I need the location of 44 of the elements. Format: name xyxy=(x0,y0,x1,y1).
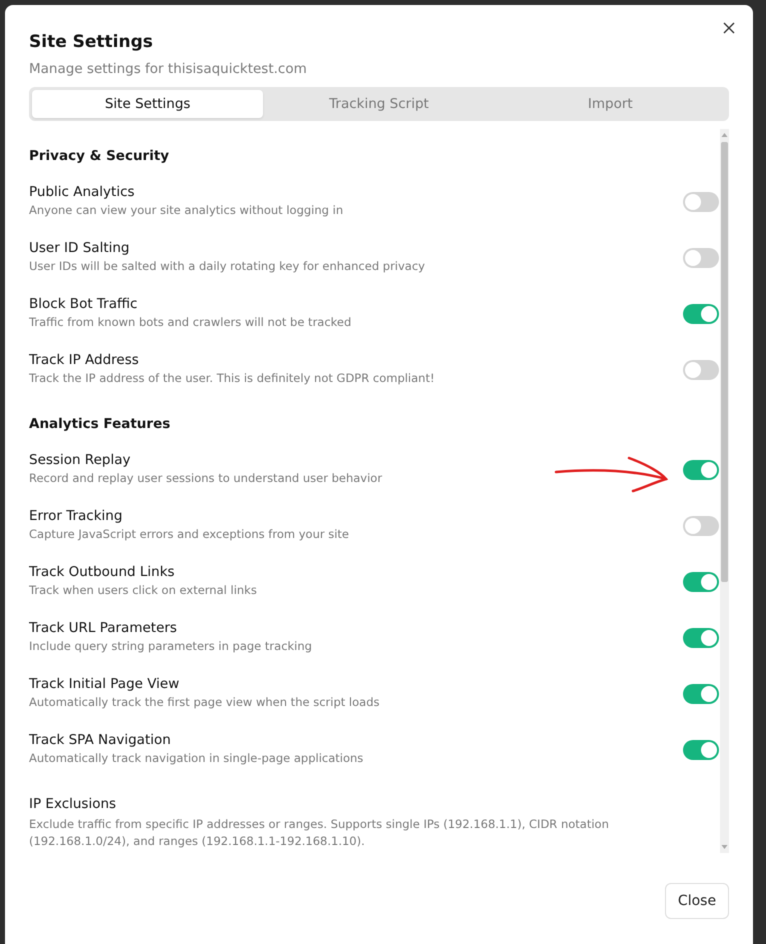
tab[interactable]: Site Settings xyxy=(32,90,264,118)
setting-label: Track Outbound Links xyxy=(29,563,176,582)
setting-description: Exclude traffic from specific IP addresses or ranges. Supports single IPs (192.168.1.1), CIDR notation (192.168.1.0/24), and ranges (192.168.1.1-192.168.1.10). xyxy=(29,816,610,850)
setting-description: Traffic from known bots and crawlers will not be tracked xyxy=(29,314,352,330)
dialog-title: Site Settings xyxy=(29,31,154,54)
setting-label: Session Replay xyxy=(29,451,132,470)
toggle-switch[interactable] xyxy=(683,360,719,380)
toggle-switch[interactable] xyxy=(683,304,719,324)
setting-label: IP Exclusions xyxy=(29,795,118,814)
toggle-switch[interactable] xyxy=(683,628,719,648)
toggle-switch[interactable] xyxy=(683,516,719,536)
setting-description: User IDs will be salted with a daily rotating key for enhanced privacy xyxy=(29,258,425,274)
scroll-down-icon[interactable] xyxy=(721,844,728,850)
toggle-switch[interactable] xyxy=(683,740,719,760)
setting-label: Error Tracking xyxy=(29,507,124,526)
setting-description: Track the IP address of the user. This is definitely not GDPR compliant! xyxy=(29,370,435,386)
setting-label: Track IP Address xyxy=(29,351,140,370)
close-button[interactable]: Close xyxy=(665,883,729,919)
setting-description: Record and replay user sessions to understand user behavior xyxy=(29,470,382,486)
setting-description: Automatically track the first page view when the script loads xyxy=(29,694,380,710)
setting-description: Capture JavaScript errors and exceptions from your site xyxy=(29,526,350,542)
setting-label: Track Initial Page View xyxy=(29,675,180,694)
toggle-switch[interactable] xyxy=(683,192,719,212)
setting-description: Track when users click on external links xyxy=(29,582,257,598)
dialog-subtitle: Manage settings for thisisaquicktest.com xyxy=(29,60,308,78)
section-heading: Analytics Features xyxy=(29,415,172,434)
setting-label: Track SPA Navigation xyxy=(29,731,172,750)
scrollbar-thumb[interactable] xyxy=(721,142,728,582)
setting-description: Anyone can view your site analytics without logging in xyxy=(29,202,344,218)
toggle-switch[interactable] xyxy=(683,248,719,268)
setting-description: Automatically track navigation in single-page applications xyxy=(29,750,364,766)
setting-label: Track URL Parameters xyxy=(29,619,178,638)
setting-label: User ID Salting xyxy=(29,239,130,258)
toggle-switch[interactable] xyxy=(683,572,719,592)
setting-label: Public Analytics xyxy=(29,183,136,202)
scroll-up-icon[interactable] xyxy=(721,132,728,138)
tab[interactable]: Tracking Script xyxy=(263,90,495,118)
toggle-switch[interactable] xyxy=(683,684,719,704)
toggle-switch[interactable] xyxy=(683,460,719,480)
setting-label: Block Bot Traffic xyxy=(29,295,138,314)
close-icon[interactable] xyxy=(723,22,735,34)
section-heading: Privacy & Security xyxy=(29,147,170,166)
tab[interactable]: Import xyxy=(494,90,726,118)
setting-description: Include query string parameters in page tracking xyxy=(29,638,312,654)
